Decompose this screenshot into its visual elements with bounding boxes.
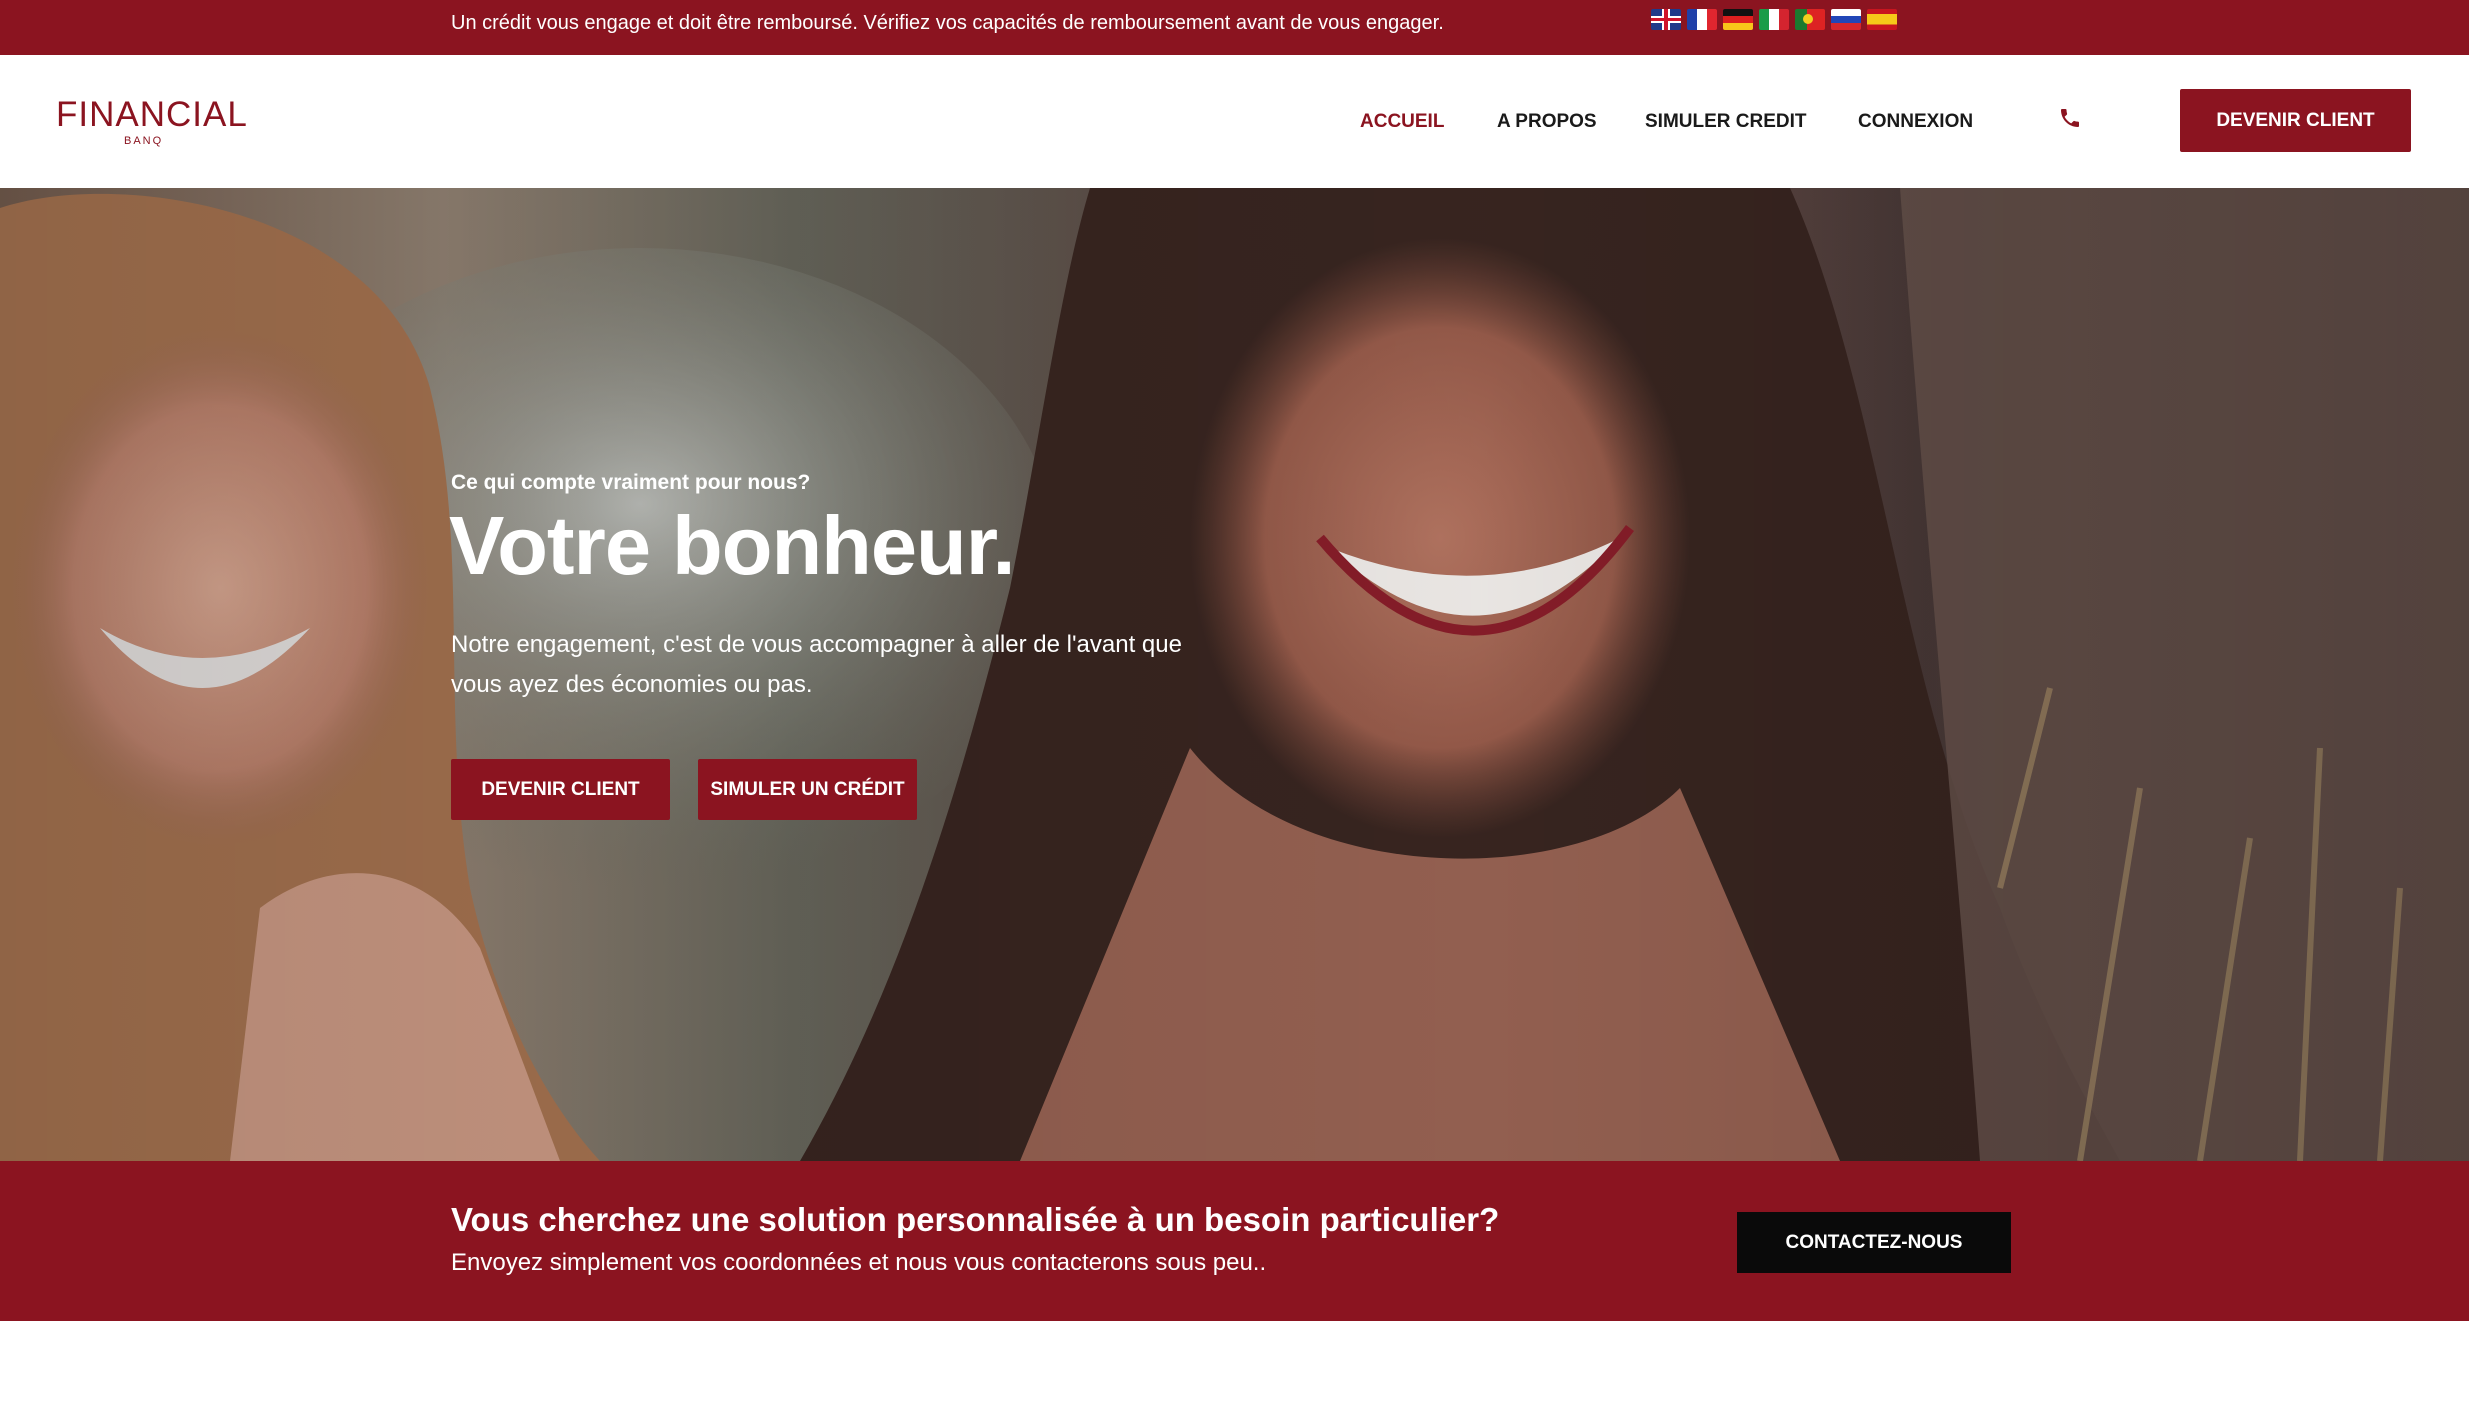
nav-item-accueil[interactable]: ACCUEIL [1360, 111, 1444, 133]
credit-warning-text: Un crédit vous engage et doit être rembo… [451, 12, 1444, 34]
site-header: FINANCIAL BANQ ACCUEIL A PROPOS SIMULER … [0, 55, 2469, 188]
hero-headline: Votre bonheur. [449, 499, 1016, 592]
language-switcher [1651, 9, 1897, 30]
contact-banner: Vous cherchez une solution personnalisée… [0, 1161, 2469, 1321]
banner-title: Vous cherchez une solution personnalisée… [451, 1201, 1500, 1238]
nav-item-a-propos[interactable]: A PROPOS [1497, 111, 1597, 133]
hero-simuler-credit-button[interactable]: SIMULER UN CRÉDIT [698, 759, 917, 820]
top-notice-bar: Un crédit vous engage et doit être rembo… [0, 0, 2469, 55]
germany-flag-icon[interactable] [1723, 9, 1753, 30]
devenir-client-button[interactable]: DEVENIR CLIENT [2180, 89, 2411, 152]
hero-section: Ce qui compte vraiment pour nous? Votre … [0, 188, 2469, 1161]
france-flag-icon[interactable] [1687, 9, 1717, 30]
banner-subtitle: Envoyez simplement vos coordonnées et no… [451, 1249, 1267, 1276]
hero-devenir-client-button[interactable]: DEVENIR CLIENT [451, 759, 670, 820]
logo-subtitle: BANQ [124, 135, 164, 147]
russia-flag-icon[interactable] [1831, 9, 1861, 30]
contactez-nous-button[interactable]: CONTACTEZ-NOUS [1737, 1212, 2011, 1273]
nav-item-simuler-credit[interactable]: SIMULER CREDIT [1645, 111, 1807, 133]
phone-icon[interactable] [2058, 106, 2082, 130]
italy-flag-icon[interactable] [1759, 9, 1789, 30]
logo-wordmark: FINANCIAL [56, 95, 248, 134]
portugal-flag-icon[interactable] [1795, 9, 1825, 30]
uk-flag-icon[interactable] [1651, 9, 1681, 30]
hero-eyebrow: Ce qui compte vraiment pour nous? [451, 471, 811, 494]
hero-description: Notre engagement, c'est de vous accompag… [451, 631, 1182, 698]
hero-overlay [0, 188, 2469, 1161]
spain-flag-icon[interactable] [1867, 9, 1897, 30]
nav-item-connexion[interactable]: CONNEXION [1858, 111, 1973, 133]
